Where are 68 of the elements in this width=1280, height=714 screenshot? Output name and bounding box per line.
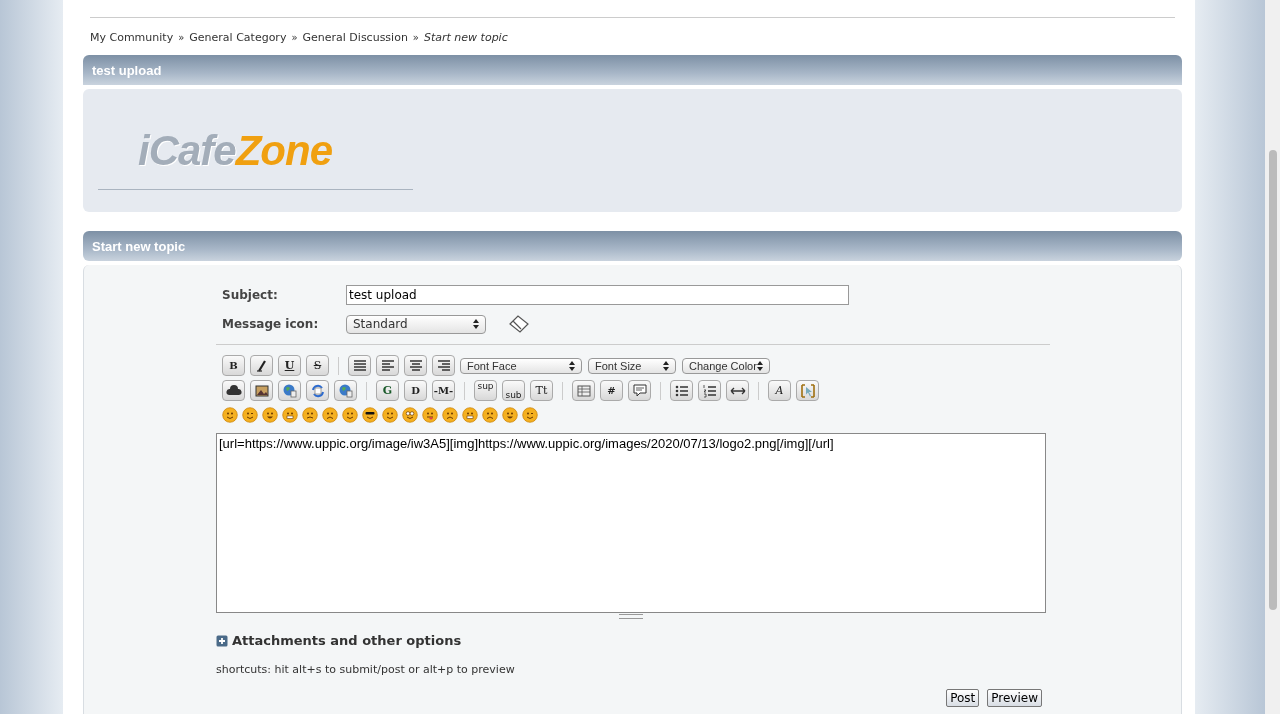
format-dropdown[interactable]: Font Face [460, 357, 582, 374]
toolbar-button[interactable]: A [768, 380, 791, 401]
resize-handle[interactable] [619, 614, 643, 619]
speech-bubble-icon [631, 382, 648, 399]
toolbar-button[interactable]: B [222, 355, 245, 376]
toolbar-button[interactable] [404, 355, 427, 376]
message-field[interactable]: [url=https://www.uppic.org/image/iw3A5][img]https://www.uppic.org/images/2020/07/13/logo2.png[/img][/url] [216, 433, 1046, 613]
breadcrumb-link[interactable]: General Discussion [302, 31, 408, 44]
subject-field[interactable]: test upload [346, 285, 849, 305]
subject-label: Subject: [221, 288, 279, 302]
align-center-icon [407, 357, 424, 374]
toolbar-button[interactable]: Tt [530, 380, 553, 401]
toolbar-button[interactable]: sub [502, 380, 525, 401]
dropdown-arrows-icon [569, 360, 575, 371]
format-dropdown[interactable]: Change Color [682, 357, 770, 374]
form-button[interactable]: Post [946, 689, 980, 707]
toolbar-button[interactable]: S [306, 355, 329, 376]
align-right-icon [435, 357, 452, 374]
smiley-icon[interactable] [362, 407, 378, 423]
table-icon [575, 382, 592, 399]
form-title: Start new topic [92, 238, 186, 254]
toolbar-button[interactable]: U [278, 355, 301, 376]
numbered-list-icon [701, 382, 718, 399]
toolbar-button[interactable] [376, 355, 399, 376]
scrollbar[interactable] [1265, 0, 1280, 714]
refresh-icon [309, 382, 326, 399]
cursor-icon [799, 382, 816, 399]
dropdown-arrows-icon [663, 360, 669, 371]
breadcrumb-link[interactable]: General Category [189, 31, 287, 44]
toolbar-button[interactable] [348, 355, 371, 376]
toolbar-button[interactable]: D [404, 380, 427, 401]
toolbar-button[interactable]: -M- [432, 380, 455, 401]
breadcrumb-link[interactable]: My Community [90, 31, 174, 44]
format-dropdown[interactable]: Font Size [588, 357, 676, 374]
align-left-icon [379, 357, 396, 374]
toolbar-button[interactable] [222, 380, 245, 401]
justify-icon [351, 357, 368, 374]
toolbar-button[interactable]: sup [474, 380, 497, 401]
breadcrumb-separator: » [412, 32, 419, 43]
site-logo: iCafeZone [138, 129, 333, 173]
form-button[interactable]: Preview [987, 689, 1042, 707]
expand-icon[interactable] [216, 634, 228, 647]
breadcrumb-separator: » [178, 32, 185, 43]
topic-title: test upload [92, 62, 162, 78]
globe-icon [281, 382, 298, 399]
document-icon [508, 314, 530, 334]
toolbar-button[interactable] [250, 380, 273, 401]
breadcrumb-current: Start new topic [424, 31, 508, 44]
scrollbar-thumb[interactable] [1268, 150, 1277, 610]
message-icon-dropdown[interactable]: Standard [346, 314, 486, 334]
toolbar-button[interactable]: G [376, 380, 399, 401]
smiley-icon[interactable] [502, 407, 518, 423]
toolbar-button[interactable] [670, 380, 693, 401]
toolbar-button[interactable] [432, 355, 455, 376]
smiley-icon[interactable] [262, 407, 278, 423]
toolbar-button[interactable] [726, 380, 749, 401]
shortcuts-hint: shortcuts: hit alt+s to submit/post or alt+p to preview [216, 663, 516, 676]
message-icon-label: Message icon: [221, 317, 320, 331]
dropdown-arrows-icon [473, 319, 479, 329]
globe-icon [337, 382, 354, 399]
image-icon [253, 382, 270, 399]
toolbar-button[interactable] [698, 380, 721, 401]
toolbar-button[interactable]: # [600, 380, 623, 401]
attachments-toggle[interactable]: Attachments and other options [232, 633, 462, 648]
toolbar-button[interactable] [250, 355, 273, 376]
breadcrumb-separator: » [291, 32, 298, 43]
smiley-icon[interactable] [302, 407, 318, 423]
dropdown-arrows-icon [757, 360, 763, 371]
